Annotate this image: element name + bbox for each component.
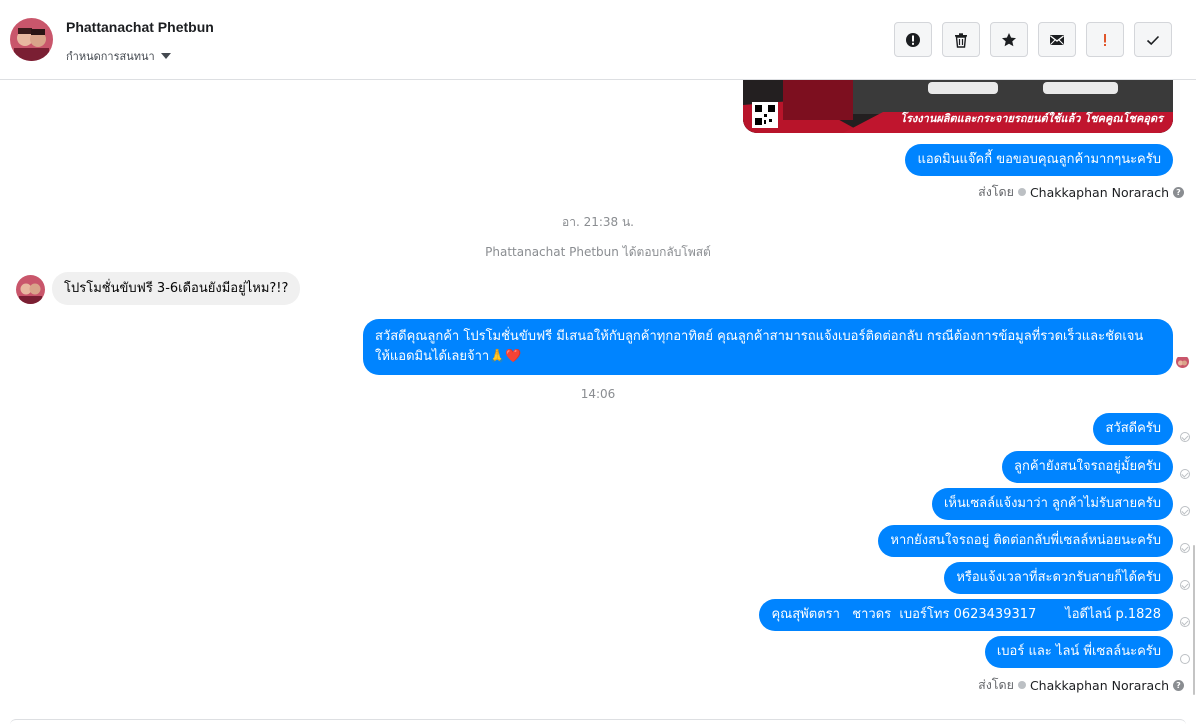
trash-icon bbox=[955, 32, 967, 48]
check-icon bbox=[1017, 681, 1026, 689]
mark-unread-button[interactable] bbox=[1038, 22, 1076, 57]
agent-name[interactable]: Chakkaphan Norarach bbox=[1030, 678, 1169, 693]
conversation-header: Phattanachat Phetbun กำหนดการสนทนา bbox=[0, 0, 1196, 80]
exclamation-icon bbox=[1104, 33, 1106, 46]
help-icon[interactable]: ? bbox=[1173, 186, 1184, 198]
star-button[interactable] bbox=[990, 22, 1028, 57]
contact-name[interactable]: Phattanachat Phetbun bbox=[66, 19, 214, 35]
envelope-icon bbox=[1050, 34, 1064, 45]
message-thread[interactable]: โรงงานผลิตและกระจายรถยนต์ใช้แล้ว โชคคูณโ… bbox=[0, 80, 1196, 724]
outgoing-message[interactable]: สวัสดีครับ bbox=[1093, 413, 1173, 445]
outgoing-message-long[interactable]: สวัสดีคุณลูกค้า โปรโมชั่นขับฟรี มีเสนอให… bbox=[363, 319, 1173, 375]
spam-button[interactable] bbox=[894, 22, 932, 57]
agent-name[interactable]: Chakkaphan Norarach bbox=[1030, 185, 1169, 200]
assign-conversation-dropdown[interactable]: กำหนดการสนทนา bbox=[66, 47, 171, 65]
outgoing-message[interactable]: หรือแจ้งเวลาที่สะดวกรับสายก็ได้ครับ bbox=[944, 562, 1173, 594]
message-composer[interactable] bbox=[10, 719, 1186, 724]
timestamp-separator: 14:06 bbox=[580, 387, 616, 401]
incoming-message[interactable]: โปรโมชั่นขับฟรี 3-6เดือนยังมีอยู่ไหม?!? bbox=[52, 272, 301, 305]
delivered-icon bbox=[1180, 580, 1190, 590]
delivered-icon bbox=[1180, 432, 1190, 442]
outgoing-message[interactable]: เบอร์ และ ไลน์ พี่เซลล์นะครับ bbox=[984, 636, 1173, 668]
outgoing-message[interactable]: แอดมินแจ๊คกี้ ขอขอบคุณลูกค้ามากๆนะครับ bbox=[905, 144, 1173, 176]
follow-up-button[interactable] bbox=[1086, 22, 1124, 57]
contact-avatar[interactable] bbox=[10, 18, 53, 61]
sent-icon bbox=[1180, 654, 1190, 664]
delete-button[interactable] bbox=[942, 22, 980, 57]
system-note: Phattanachat Phetbun ได้ตอบกลับโพสต์ bbox=[485, 245, 711, 259]
help-icon[interactable]: ? bbox=[1173, 679, 1184, 691]
mark-done-button[interactable] bbox=[1134, 22, 1172, 57]
checkmark-icon bbox=[1146, 35, 1160, 45]
scrollbar[interactable] bbox=[1193, 545, 1195, 695]
delivered-icon bbox=[1180, 469, 1190, 479]
outgoing-message[interactable]: เห็นเซลล์แจ้งมาว่า ลูกค้าไม่รับสายครับ bbox=[931, 488, 1173, 520]
outgoing-message[interactable]: ลูกค้ายังสนใจรถอยู่มั้ยครับ bbox=[1002, 451, 1173, 483]
star-icon bbox=[1002, 32, 1016, 46]
promo-caption: โรงงานผลิตและกระจายรถยนต์ใช้แล้ว โชคคูณโ… bbox=[900, 112, 1163, 125]
delivered-icon bbox=[1180, 543, 1190, 553]
check-icon bbox=[1017, 188, 1026, 196]
delivered-icon bbox=[1180, 506, 1190, 516]
sender-avatar[interactable] bbox=[16, 275, 45, 304]
outgoing-message[interactable]: คุณสุพัตตรา ชาวดร เบอร์โทร 0623439317 ไอ… bbox=[759, 599, 1173, 631]
assign-label: กำหนดการสนทนา bbox=[66, 50, 155, 63]
outgoing-message[interactable]: หากยังสนใจรถอยู่ ติดต่อกลับพี่เซลล์หน่อย… bbox=[878, 525, 1173, 557]
sent-by-line: ส่งโดย Chakkaphan Norarach ? bbox=[978, 182, 1184, 202]
chevron-down-icon bbox=[160, 53, 171, 59]
seen-avatar bbox=[1176, 355, 1189, 368]
conversation-actions bbox=[894, 22, 1172, 57]
sent-by-line: ส่งโดย Chakkaphan Norarach ? bbox=[978, 675, 1184, 695]
qr-code-icon bbox=[752, 102, 778, 128]
delivered-icon bbox=[1180, 617, 1190, 627]
sent-by-label: ส่งโดย bbox=[978, 184, 1014, 199]
sent-by-label: ส่งโดย bbox=[978, 677, 1014, 692]
alert-circle-icon bbox=[906, 32, 920, 47]
timestamp-separator: อา. 21:38 น. bbox=[562, 215, 634, 229]
promo-image-attachment[interactable]: โรงงานผลิตและกระจายรถยนต์ใช้แล้ว โชคคูณโ… bbox=[743, 80, 1173, 133]
